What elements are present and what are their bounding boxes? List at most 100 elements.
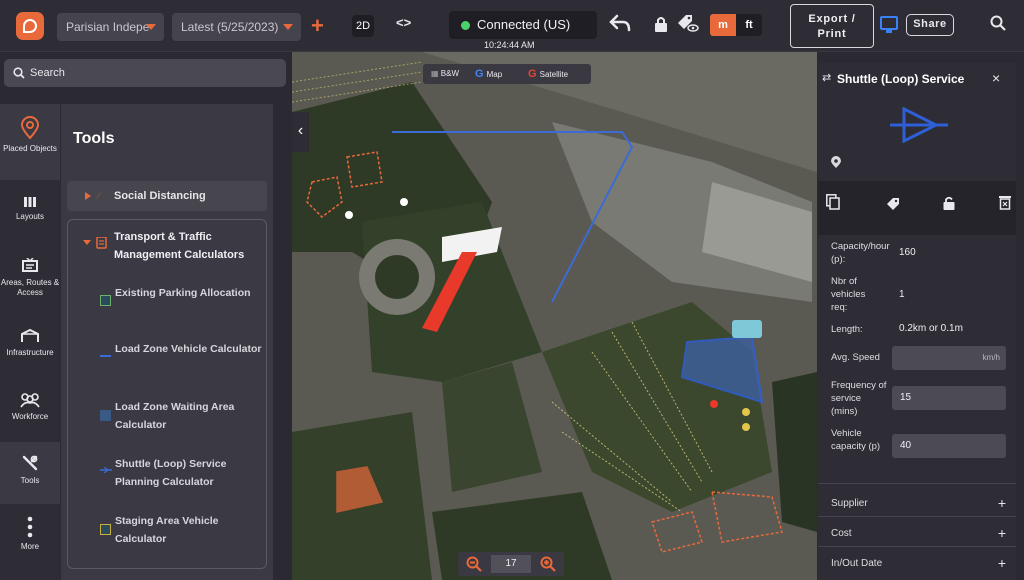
unlock-icon[interactable]: [943, 196, 955, 210]
unit-feet-toggle[interactable]: ft: [736, 14, 762, 36]
top-toolbar: Parisian Indepe Latest (5/25/2023) + 2D …: [0, 0, 1024, 52]
social-distancing-label: Social Distancing: [114, 190, 206, 202]
vehicle-capacity-input[interactable]: 40: [892, 434, 1006, 458]
duplicate-icon[interactable]: [826, 194, 840, 210]
export-print-button[interactable]: Export / Print: [790, 4, 874, 48]
nav-label: Areas, Routes & Access: [0, 278, 60, 297]
map-canvas[interactable]: ▦ B&W G Map G Satellite: [292, 52, 817, 580]
monitor-icon[interactable]: [880, 16, 898, 33]
panel-title: Shuttle (Loop) Service: [837, 72, 965, 86]
map-pin-icon: [20, 116, 40, 140]
capacity-value: 160: [899, 247, 916, 258]
share-button[interactable]: Share: [906, 14, 954, 36]
unit-meters-toggle[interactable]: m: [710, 14, 736, 36]
nav-item-workforce[interactable]: Workforce: [0, 392, 60, 422]
version-select[interactable]: Latest (5/25/2023): [172, 13, 301, 41]
transport-calculators-group: Transport & Traffic Management Calculato…: [67, 219, 267, 569]
group-title[interactable]: Transport & Traffic Management Calculato…: [114, 228, 264, 264]
project-select-value: Parisian Indepe: [66, 20, 150, 34]
more-vertical-icon: [27, 516, 33, 538]
frequency-input[interactable]: 15: [892, 386, 1006, 410]
divider: [818, 483, 1016, 484]
expand-plus-icon[interactable]: +: [998, 555, 1006, 571]
speed-input[interactable]: km/h: [892, 346, 1006, 370]
cost-label: Cost: [831, 528, 852, 539]
location-pin-icon[interactable]: [831, 156, 841, 169]
tool-existing-parking[interactable]: Existing Parking Allocation: [115, 284, 265, 302]
connection-status-text: Connected (US): [477, 17, 571, 32]
close-icon[interactable]: ×: [992, 70, 1000, 86]
nav-label: Infrastructure: [6, 348, 54, 357]
expand-plus-icon[interactable]: +: [998, 525, 1006, 541]
supplier-row[interactable]: Supplier +: [831, 495, 1006, 511]
nav-label: Layouts: [15, 212, 45, 221]
swap-icon[interactable]: ⇄: [822, 71, 831, 84]
nav-item-areas[interactable]: Areas, Routes & Access: [0, 258, 60, 298]
add-version-button[interactable]: +: [311, 13, 324, 39]
bars-icon: [24, 197, 36, 207]
caret-down-icon[interactable]: [83, 237, 109, 249]
nav-label: More: [20, 542, 40, 551]
shuttle-symbol-icon: [890, 107, 948, 143]
map-style-map[interactable]: G Map: [475, 64, 502, 85]
people-icon: [20, 393, 40, 408]
delete-icon[interactable]: [999, 195, 1011, 210]
zoom-in-icon[interactable]: [540, 556, 556, 572]
zoom-out-icon[interactable]: [466, 556, 482, 572]
vehicles-label: Nbr of vehicles req:: [831, 276, 866, 313]
panel-actions: [818, 181, 1016, 235]
social-distancing-item[interactable]: ⁄⁄ Social Distancing: [67, 181, 267, 211]
properties-panel: ⇄ Shuttle (Loop) Service × Capacity/hour…: [818, 63, 1016, 580]
tool-shuttle-loop[interactable]: Shuttle (Loop) Service Planning Calculat…: [115, 455, 265, 491]
tool-load-zone-waiting[interactable]: Load Zone Waiting Area Calculator: [115, 398, 265, 434]
map-style-satellite[interactable]: G Satellite: [528, 64, 568, 85]
length-value: 0.2km or 0.1m: [899, 323, 963, 334]
nav-item-infrastructure[interactable]: Infrastructure: [0, 328, 60, 358]
zoom-control: 17: [458, 552, 564, 576]
collapse-panel-button[interactable]: ‹: [292, 112, 309, 152]
tool-load-zone-vehicle[interactable]: Load Zone Vehicle Calculator: [115, 340, 265, 358]
tools-panel: Tools ⁄⁄ Social Distancing Transport & T…: [61, 104, 273, 580]
map-style-switcher: ▦ B&W G Map G Satellite: [423, 64, 591, 84]
cost-row[interactable]: Cost +: [831, 525, 1006, 541]
speed-unit: km/h: [982, 353, 1000, 362]
print-label: Print: [817, 28, 847, 40]
app-logo[interactable]: [16, 12, 44, 40]
vehicles-value: 1: [899, 289, 905, 300]
project-select[interactable]: Parisian Indepe: [57, 13, 164, 41]
load-zone-vehicle-icon: [100, 355, 111, 357]
search-icon[interactable]: [990, 15, 1006, 31]
left-nav: Placed Objects Layouts Areas, Routes & A…: [0, 104, 60, 580]
undo-icon[interactable]: [609, 14, 631, 32]
code-icon[interactable]: <>: [396, 15, 411, 30]
view-2d-toggle[interactable]: 2D: [352, 15, 374, 37]
nav-item-tools[interactable]: Tools: [0, 442, 60, 504]
wrench-icon: [22, 455, 38, 471]
nav-item-layouts[interactable]: Layouts: [0, 196, 60, 222]
search-placeholder: Search: [30, 67, 65, 79]
search-input[interactable]: Search: [4, 59, 286, 87]
load-zone-waiting-icon: [100, 410, 111, 421]
staging-area-icon: [100, 524, 111, 535]
social-distancing-icon: ⁄⁄: [97, 191, 101, 201]
frequency-label: Frequency of service (mins): [831, 380, 887, 417]
inout-date-row[interactable]: In/Out Date +: [831, 555, 1006, 571]
chevron-down-icon: [283, 24, 293, 30]
nav-item-placed-objects[interactable]: Placed Objects: [0, 104, 60, 180]
caret-right-icon: [85, 192, 91, 200]
map-style-bw[interactable]: ▦ B&W: [431, 64, 459, 84]
tag-icon[interactable]: [886, 197, 900, 211]
shuttle-route-icon: [100, 467, 112, 473]
chevron-down-icon: [146, 24, 156, 30]
lock-icon[interactable]: [654, 16, 668, 32]
clock-text: 10:24:44 AM: [484, 40, 535, 50]
tag-visibility-icon[interactable]: [677, 14, 699, 34]
divider: [818, 516, 1016, 517]
vehicle-capacity-label: Vehicle capacity (p): [831, 428, 881, 452]
nav-item-more[interactable]: More: [0, 516, 60, 552]
connection-status: Connected (US): [449, 11, 597, 39]
search-icon: [13, 67, 25, 79]
expand-plus-icon[interactable]: +: [998, 495, 1006, 511]
tool-staging-area[interactable]: Staging Area Vehicle Calculator: [115, 512, 265, 548]
satellite-map-image[interactable]: [292, 52, 817, 580]
